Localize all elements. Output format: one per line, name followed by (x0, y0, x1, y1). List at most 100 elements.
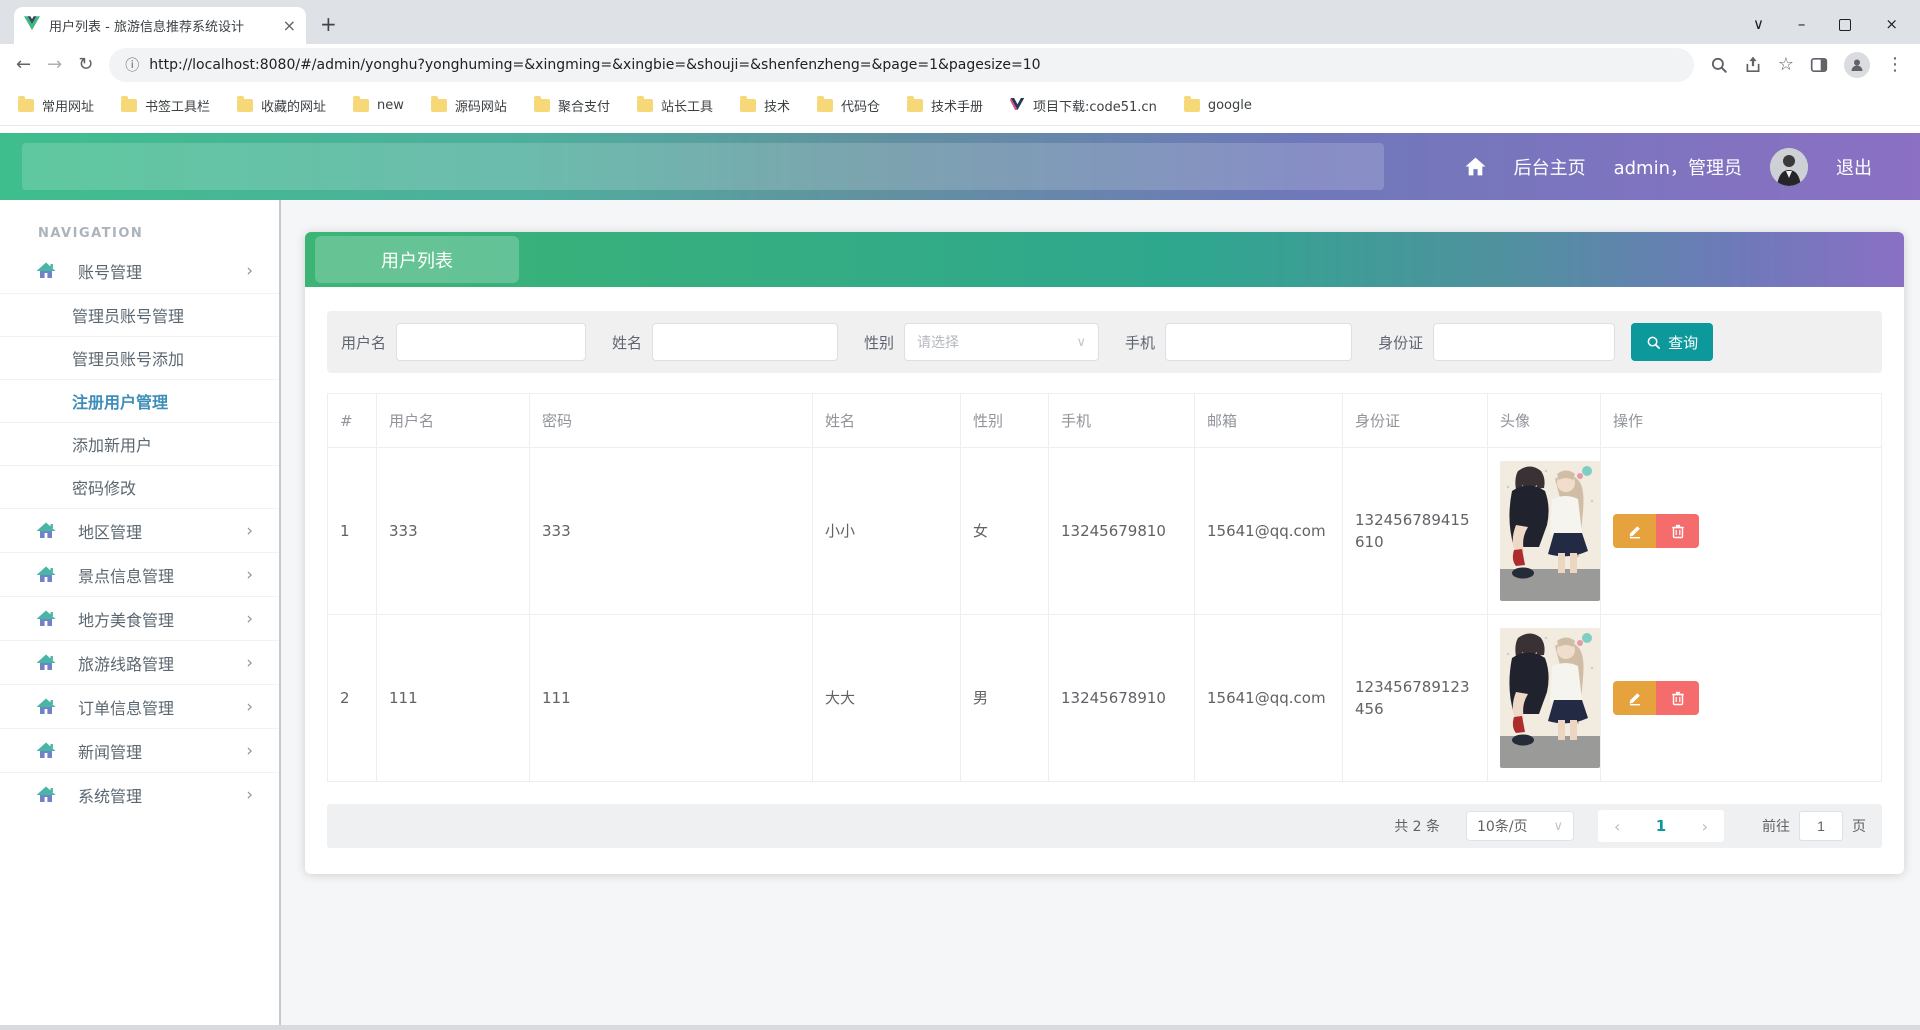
new-tab-button[interactable]: + (320, 12, 337, 36)
bookmark-item[interactable]: 代码仓 (816, 96, 880, 115)
username-filter-input[interactable] (396, 323, 587, 361)
page-size-select[interactable]: 10条/页 ∨ (1466, 811, 1574, 841)
avatar-illustration (1500, 461, 1600, 601)
idcard-filter-label: 身份证 (1378, 333, 1424, 352)
folder-icon (237, 96, 254, 112)
forward-icon[interactable]: → (47, 56, 62, 74)
avatar-cell (1487, 447, 1601, 615)
url-text[interactable]: http://localhost:8080/#/admin/yonghu?yon… (149, 57, 1040, 73)
profile-icon[interactable] (1844, 52, 1870, 78)
share-icon[interactable] (1744, 56, 1762, 74)
bookmark-item[interactable]: 技术手册 (907, 96, 983, 115)
sidebar-item-registered-users[interactable]: 注册用户管理 (0, 379, 279, 422)
chevron-down-icon: ∨ (1553, 818, 1563, 834)
reload-icon[interactable]: ↻ (78, 56, 93, 74)
current-page[interactable]: 1 (1656, 817, 1666, 835)
folder-icon (18, 96, 34, 112)
filter-bar: 用户名 姓名 性别 请选择 ∨ 手机 身份证 查询 (327, 311, 1882, 373)
bookmark-item[interactable]: google (1183, 96, 1252, 113)
back-icon[interactable]: ← (16, 56, 31, 74)
actions-cell (1600, 447, 1882, 615)
bookmark-item[interactable]: 源码网站 (430, 96, 507, 115)
folder-icon (816, 96, 833, 112)
goto-page-input[interactable] (1799, 811, 1843, 841)
phone-filter-input[interactable] (1165, 323, 1353, 361)
sidebar-item-add-new-user[interactable]: 添加新用户 (0, 422, 279, 465)
backend-home-link[interactable]: 后台主页 (1514, 154, 1586, 180)
window-bottom-edge (0, 1025, 1920, 1030)
logout-button[interactable]: 退出 (1836, 154, 1872, 180)
pencil-icon (1629, 526, 1640, 539)
bookmark-star-icon[interactable]: ☆ (1778, 56, 1794, 74)
col-username: 用户名 (376, 393, 530, 448)
chevron-right-icon: › (246, 608, 253, 629)
page-title: 用户列表 (315, 236, 519, 283)
sidebar-item-change-password[interactable]: 密码修改 (0, 465, 279, 508)
phone-filter-label: 手机 (1125, 333, 1156, 352)
table-header-row: # 用户名 密码 姓名 性别 手机 邮箱 身份证 头像 操作 (327, 393, 1882, 448)
folder-icon (636, 96, 653, 112)
address-bar[interactable]: ⓘ http://localhost:8080/#/admin/yonghu?y… (109, 48, 1694, 82)
bookmark-item[interactable]: 站长工具 (636, 96, 713, 115)
gender-select[interactable]: 请选择 ∨ (904, 323, 1100, 361)
sidebar-item-admin-account-add[interactable]: 管理员账号添加 (0, 336, 279, 379)
home-icon[interactable] (1465, 157, 1486, 176)
sidebar-item-system-mgmt[interactable]: 系统管理 › (0, 772, 279, 816)
col-actions: 操作 (1600, 393, 1882, 448)
user-table: # 用户名 密码 姓名 性别 手机 邮箱 身份证 头像 操作 1 333 333… (327, 393, 1882, 782)
browser-tab[interactable]: 用户列表 - 旅游信息推荐系统设计 × (14, 7, 306, 44)
sidebar-item-scenic-info-mgmt[interactable]: 景点信息管理 › (0, 552, 279, 596)
bookmark-item[interactable]: 书签工具栏 (121, 96, 210, 115)
sidebar-item-admin-account-mgmt[interactable]: 管理员账号管理 (0, 293, 279, 336)
folder-icon (430, 96, 447, 112)
page-unit-label: 页 (1852, 819, 1866, 835)
tab-search-icon[interactable]: ∨ (1753, 17, 1764, 32)
bookmark-item[interactable]: 技术 (739, 96, 790, 115)
search-button[interactable]: 查询 (1631, 323, 1714, 361)
sidebar-item-travel-route-mgmt[interactable]: 旅游线路管理 › (0, 640, 279, 684)
prev-page-icon[interactable]: ‹ (1614, 817, 1620, 836)
sidebar-item-news-mgmt[interactable]: 新闻管理 › (0, 728, 279, 772)
folder-icon (907, 96, 923, 112)
name-filter-input[interactable] (652, 323, 839, 361)
maximize-button[interactable] (1839, 18, 1852, 31)
edit-button[interactable] (1613, 514, 1656, 548)
bookmark-item[interactable]: new (353, 96, 404, 113)
minimize-button[interactable]: – (1798, 17, 1806, 32)
username-filter-label: 用户名 (341, 333, 387, 352)
bookmark-item[interactable]: 聚合支付 (533, 96, 610, 115)
browser-window: 用户列表 - 旅游信息推荐系统设计 × + ∨ – × ← → ↻ ⓘ http… (0, 0, 1920, 1030)
table-row: 1 333 333 小小 女 13245679810 15641@qq.com … (327, 447, 1882, 615)
window-close-button[interactable]: × (1885, 17, 1898, 32)
col-idcard: 身份证 (1342, 393, 1488, 448)
vue-favicon-icon (24, 16, 40, 35)
chevron-right-icon: › (246, 564, 253, 585)
bookmark-item[interactable]: 项目下载:code51.cn (1010, 96, 1157, 115)
bookmark-item[interactable]: 常用网址 (18, 96, 94, 115)
idcard-filter-input[interactable] (1433, 323, 1616, 361)
zoom-icon[interactable] (1710, 56, 1728, 74)
tab-strip: 用户列表 - 旅游信息推荐系统设计 × + ∨ – × (0, 0, 1920, 44)
bookmark-item[interactable]: 收藏的网址 (237, 96, 326, 115)
main-content: 用户列表 用户名 姓名 性别 请选择 ∨ 手机 身份证 查询 # 用户名 密码 … (281, 200, 1920, 1030)
edit-button[interactable] (1613, 681, 1656, 715)
house-icon (36, 742, 56, 760)
header-banner (22, 143, 1384, 190)
tab-close-icon[interactable]: × (283, 17, 296, 34)
house-icon (36, 786, 56, 804)
site-info-icon[interactable]: ⓘ (125, 55, 139, 75)
sidebar-item-local-food-mgmt[interactable]: 地方美食管理 › (0, 596, 279, 640)
user-avatar[interactable] (1770, 147, 1808, 186)
folder-icon (739, 96, 756, 112)
house-icon (36, 698, 56, 716)
side-panel-icon[interactable] (1810, 56, 1828, 74)
sidebar-item-order-info-mgmt[interactable]: 订单信息管理 › (0, 684, 279, 728)
nav-section-label: NAVIGATION (38, 226, 144, 241)
menu-dots-icon[interactable]: ⋮ (1886, 56, 1904, 74)
gender-filter-label: 性别 (864, 333, 895, 352)
delete-button[interactable] (1656, 681, 1699, 715)
delete-button[interactable] (1656, 514, 1699, 548)
sidebar-item-account-mgmt[interactable]: 账号管理 › (0, 249, 279, 293)
sidebar-item-region-mgmt[interactable]: 地区管理 › (0, 508, 279, 552)
next-page-icon[interactable]: › (1702, 817, 1708, 836)
